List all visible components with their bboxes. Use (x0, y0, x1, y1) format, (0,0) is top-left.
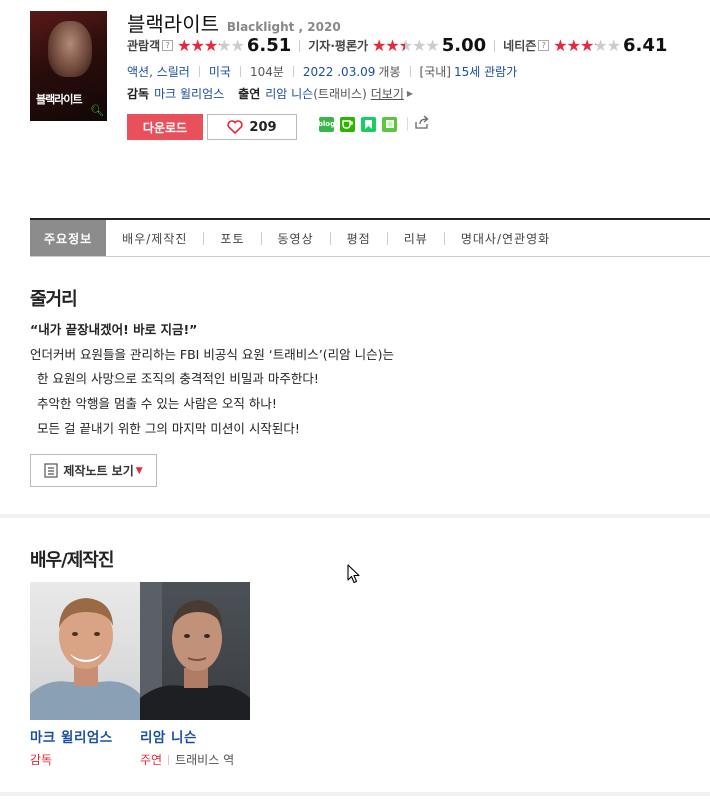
help-icon[interactable]: ? (162, 40, 174, 51)
memo-icon[interactable] (382, 116, 397, 132)
cast-heading: 배우/제작진 (30, 550, 114, 571)
heart-icon (227, 120, 244, 134)
blog-icon[interactable]: blog (318, 116, 335, 132)
share-bar: blog (318, 115, 430, 133)
tab-quotes-related[interactable]: 명대사/연관영화 (445, 220, 566, 256)
director-label: 감독 (127, 87, 150, 101)
person-name-link[interactable]: 리암 니슨 (140, 726, 250, 746)
rating-audience: 관람객 ? ★★★★★★★★★★ 6.51 (127, 35, 291, 56)
person-roles: 감독 (30, 751, 140, 768)
chevron-right-icon: ▶ (406, 89, 414, 98)
rating-score: 6.51 (246, 35, 292, 56)
download-button[interactable]: 다운로드 (127, 114, 203, 140)
tab-reviews[interactable]: 리뷰 (388, 220, 444, 256)
rating-netizen: 네티즌 ? ★★★★★★★★★★ 6.41 (503, 35, 667, 56)
help-icon[interactable]: ? (538, 40, 550, 51)
production-note-button[interactable]: 제작노트 보기 ▼ (30, 454, 157, 487)
divider (494, 39, 496, 52)
magnifier-icon[interactable]: 🔍︎ (90, 104, 104, 118)
divider (409, 66, 411, 77)
story-text: “내가 끝장내겠어! 바로 지금!” 언더커버 요원들을 관리하는 FBI 비공… (30, 318, 394, 442)
divider (198, 66, 200, 77)
cast-card[interactable]: 리암 니슨 주연 트래비스 역 (140, 582, 250, 768)
cast-card[interactable]: 마크 윌리엄스 감독 (30, 582, 140, 768)
story-line: 추악한 악행을 멈출 수 있는 사람은 오직 하나! (37, 396, 277, 412)
star-rating: ★★★★★★★★★★ (177, 35, 245, 55)
rating-label: 네티즌 (503, 39, 537, 53)
divider (168, 754, 170, 765)
runtime: 104분 (249, 65, 284, 79)
like-count: 209 (249, 119, 277, 135)
caret-down-icon: ▼ (135, 465, 143, 476)
bookmark-icon[interactable] (361, 116, 376, 132)
character-name: 트래비스 역 (175, 753, 235, 767)
poster-title-text: 블랙라이트 (36, 93, 83, 106)
share-icon[interactable] (414, 115, 430, 133)
production-note-label: 제작노트 보기 (63, 464, 134, 478)
section-divider (0, 514, 710, 518)
movie-title-korean: 블랙라이트 (127, 12, 219, 36)
release-suffix: 개봉 (378, 65, 401, 79)
lead-role: (트래비스) (313, 87, 367, 101)
more-cast-link[interactable]: 더보기 (371, 85, 404, 102)
rating-label: 기자·평론가 (308, 39, 369, 53)
like-button[interactable]: 209 (207, 114, 297, 140)
divider (239, 66, 241, 77)
mouse-cursor-icon (347, 564, 360, 584)
divider (292, 66, 294, 77)
divider (299, 39, 301, 52)
role-type: 주연 (140, 753, 163, 767)
release-date-link[interactable]: 2022 .03.09 (303, 65, 376, 79)
rating-score: 5.00 (441, 35, 487, 56)
story-heading: 줄거리 (30, 289, 78, 310)
age-rating-link[interactable]: 15세 관람가 (454, 63, 517, 80)
document-icon (44, 463, 58, 478)
tab-cast-crew[interactable]: 배우/제작진 (106, 220, 203, 256)
country-link[interactable]: 미국 (209, 63, 231, 80)
credits-line: 감독 마크 윌리엄스 출연 리암 니슨 (트래비스) 더보기 ▶ (127, 85, 413, 102)
movie-title-english: Blacklight , 2020 (226, 20, 341, 34)
section-divider (0, 792, 710, 796)
ratings-bar: 관람객 ? ★★★★★★★★★★ 6.51 기자·평론가 ★★★★★★★★★★ … (127, 35, 667, 56)
section-tabs: 주요정보 배우/제작진 포토 동영상 평점 리뷰 명대사/연관영화 (30, 218, 710, 257)
movie-title: 블랙라이트 Blacklight , 2020 (127, 8, 341, 37)
person-photo[interactable] (30, 582, 140, 720)
story-line: 언더커버 요원들을 관리하는 FBI 비공식 요원 ‘트래비스’(리암 니슨)는 (30, 346, 394, 362)
tab-ratings[interactable]: 평점 (331, 220, 387, 256)
movie-meta: 액션, 스릴러 미국 104분 2022 .03.09 개봉 [국내] 15세 … (127, 63, 517, 80)
rating-region: [국내] (419, 65, 451, 79)
cafe-icon[interactable] (340, 116, 355, 132)
story-line: 모든 걸 끝내기 위한 그의 마지막 미션이 시작된다! (37, 420, 300, 436)
divider (407, 117, 408, 131)
cast-label: 출연 (238, 87, 261, 101)
lead-actor-link[interactable]: 리암 니슨 (265, 85, 313, 102)
tab-video[interactable]: 동영상 (262, 220, 330, 256)
director-link[interactable]: 마크 윌리엄스 (154, 85, 224, 102)
story-line: 한 요원의 사망으로 조직의 충격적인 비밀과 마주한다! (37, 371, 319, 387)
story-tagline: “내가 끝장내겠어! 바로 지금!” (30, 322, 198, 337)
tab-main-info[interactable]: 주요정보 (30, 220, 107, 256)
movie-poster[interactable]: 블랙라이트 🔍︎ (30, 11, 107, 121)
person-photo[interactable] (140, 582, 250, 720)
role-type: 감독 (30, 753, 53, 767)
person-roles: 주연 트래비스 역 (140, 751, 250, 768)
poster-face (48, 21, 92, 77)
person-name-link[interactable]: 마크 윌리엄스 (30, 726, 140, 746)
star-rating: ★★★★★★★★★★ (553, 35, 621, 55)
rating-critics: 기자·평론가 ★★★★★★★★★★ 5.00 (308, 35, 486, 56)
genre-link[interactable]: 액션, 스릴러 (127, 63, 190, 80)
rating-score: 6.41 (623, 35, 668, 56)
star-rating: ★★★★★★★★★★ (372, 35, 440, 55)
tab-photo[interactable]: 포토 (204, 220, 260, 256)
rating-label: 관람객 (127, 39, 161, 53)
